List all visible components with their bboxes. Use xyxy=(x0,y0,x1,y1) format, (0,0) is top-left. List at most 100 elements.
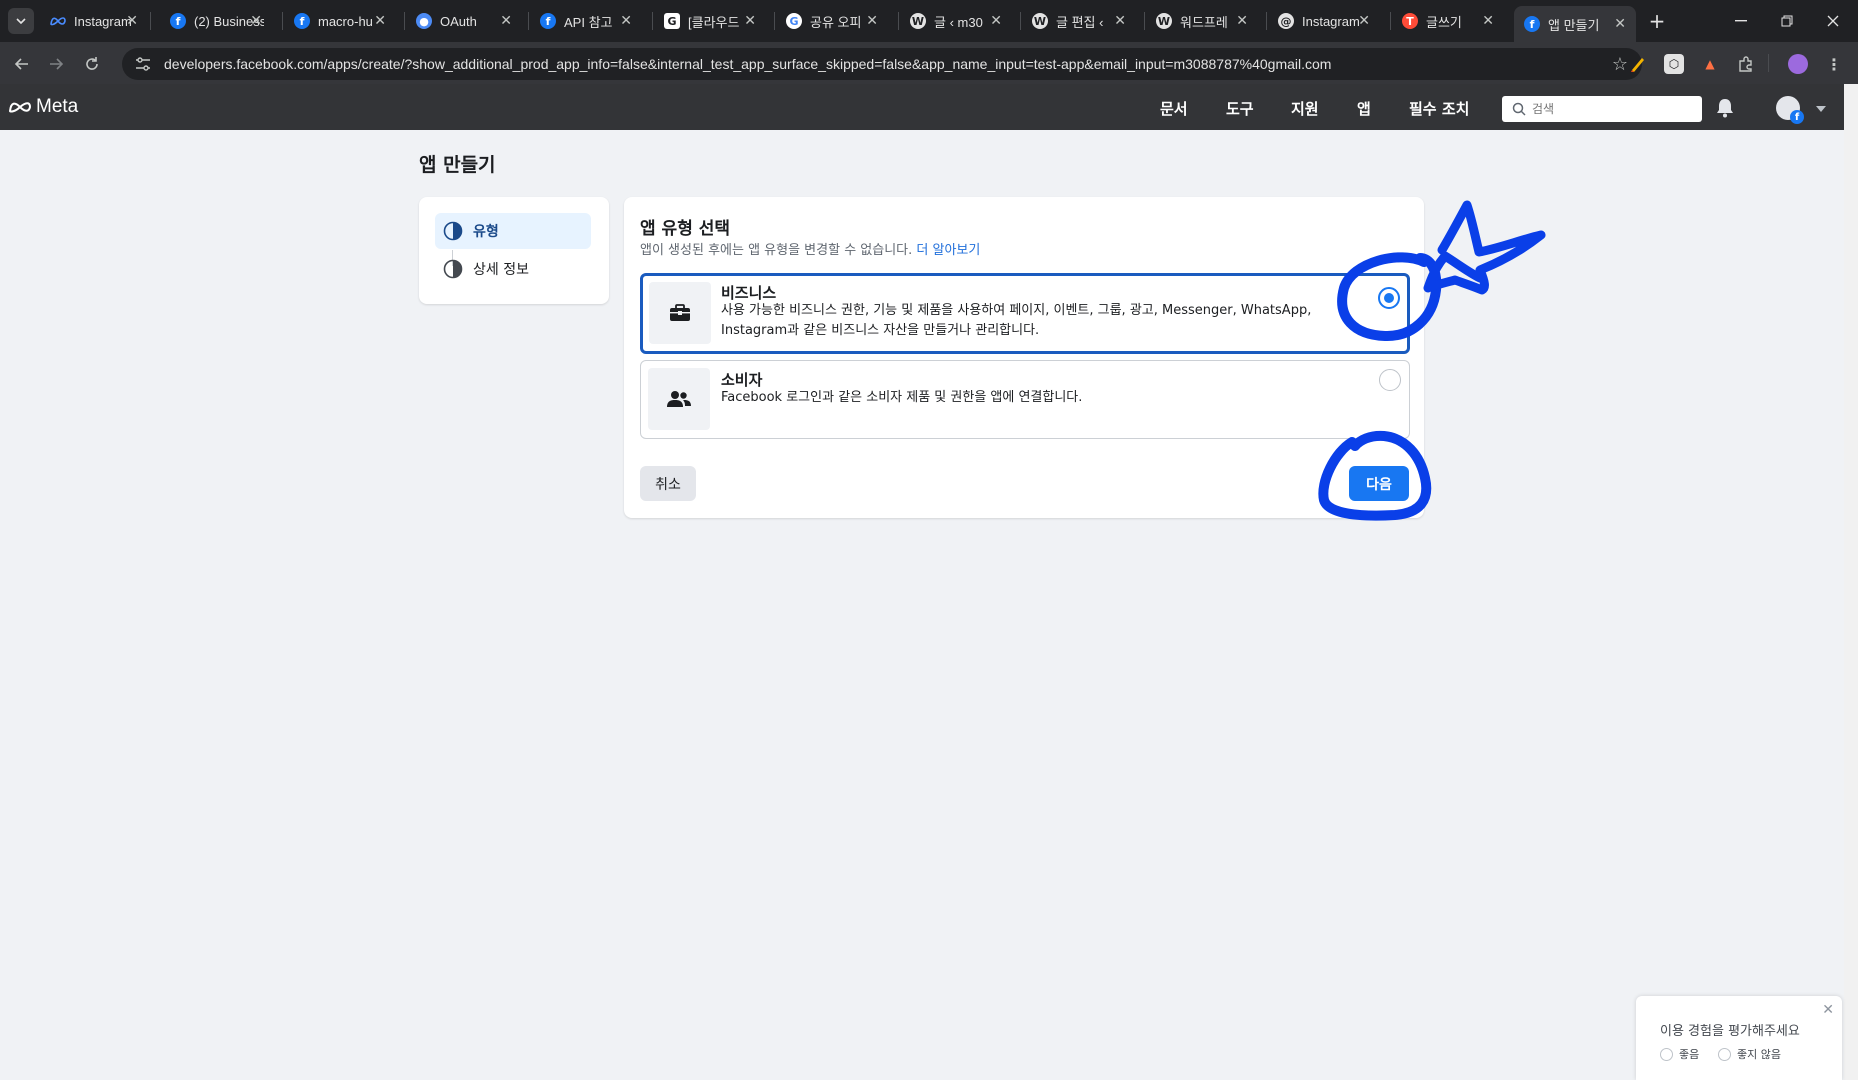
reload-icon xyxy=(86,57,98,70)
card-subtitle: 앱이 생성된 후에는 앱 유형을 변경할 수 없습니다. 더 알아보기 xyxy=(640,243,981,258)
restore-button[interactable] xyxy=(1764,8,1810,34)
annotation-star xyxy=(1423,200,1546,295)
close-tab-icon[interactable]: ✕ xyxy=(1482,13,1494,29)
close-icon xyxy=(1827,15,1839,27)
minimize-button[interactable] xyxy=(1718,8,1764,34)
close-tab-icon[interactable]: ✕ xyxy=(1114,13,1126,29)
facebook-icon: f xyxy=(294,13,310,29)
browser-tab[interactable]: Instagram ✕ xyxy=(40,6,148,36)
next-button[interactable]: 다음 xyxy=(1349,466,1409,501)
address-bar[interactable]: developers.facebook.com/apps/create/?sho… xyxy=(122,48,1642,80)
cancel-button[interactable]: 취소 xyxy=(640,466,696,501)
browser-tab[interactable]: T 글쓰기 ✕ xyxy=(1392,6,1504,36)
close-tab-icon[interactable]: ✕ xyxy=(126,13,138,29)
close-tab-icon[interactable]: ✕ xyxy=(1236,13,1248,29)
extension-pen-icon[interactable] xyxy=(1628,54,1648,74)
close-tab-icon[interactable]: ✕ xyxy=(374,13,386,29)
radio-consumer[interactable] xyxy=(1379,369,1401,391)
close-tab-icon[interactable]: ✕ xyxy=(1358,13,1370,29)
radio-bad[interactable] xyxy=(1718,1047,1731,1061)
extension-cube-icon[interactable]: ⬡ xyxy=(1664,54,1684,74)
browser-tab[interactable]: W 워드프레 ✕ xyxy=(1146,6,1258,36)
app-type-card: 앱 유형 선택 앱이 생성된 후에는 앱 유형을 변경할 수 없습니다. 더 알… xyxy=(624,197,1424,518)
arrow-right-icon xyxy=(50,58,64,70)
browser-tab[interactable]: f API 참고 ✕ xyxy=(530,6,642,36)
step-type[interactable]: 유형 xyxy=(435,213,591,249)
browser-tab[interactable]: @ Instagram ✕ xyxy=(1268,6,1380,36)
chat-icon: ● xyxy=(416,13,432,29)
feedback-question: 이용 경험을 평가해주세요 xyxy=(1660,1024,1800,1039)
forward-button[interactable] xyxy=(42,50,70,78)
browser-tab[interactable]: G [클라우드 ✕ xyxy=(654,6,766,36)
meta-header: Meta 문서 도구 지원 앱 필수 조치 f xyxy=(0,84,1844,130)
nav-support[interactable]: 지원 xyxy=(1291,98,1319,119)
people-icon xyxy=(648,368,710,430)
radio-good[interactable] xyxy=(1660,1047,1673,1061)
bookmark-star-icon[interactable]: ☆ xyxy=(1612,54,1628,75)
threads-icon: @ xyxy=(1278,13,1294,29)
header-search[interactable] xyxy=(1502,96,1702,122)
nav-apps[interactable]: 앱 xyxy=(1357,98,1371,119)
radio-business[interactable] xyxy=(1378,287,1400,309)
meta-infinity-icon xyxy=(8,102,32,113)
close-tab-icon[interactable]: ✕ xyxy=(866,13,878,29)
feedback-option-bad[interactable]: 좋지 않음 xyxy=(1718,1046,1781,1062)
browser-tab[interactable]: ● OAuth ✕ xyxy=(406,6,522,36)
google-icon: G xyxy=(786,13,802,29)
meta-icon xyxy=(50,13,66,29)
account-menu-caret-icon[interactable] xyxy=(1816,106,1826,112)
step-details[interactable]: 상세 정보 xyxy=(435,251,591,287)
profile-avatar-icon[interactable] xyxy=(1788,54,1808,74)
facebook-icon: f xyxy=(170,13,186,29)
browser-tab-active[interactable]: f 앱 만들기 ✕ xyxy=(1514,6,1636,42)
g-icon: G xyxy=(664,13,680,29)
close-tab-icon[interactable]: ✕ xyxy=(250,13,262,29)
close-tab-icon[interactable]: ✕ xyxy=(744,13,756,29)
close-icon[interactable]: ✕ xyxy=(1822,1002,1834,1018)
new-tab-button[interactable]: + xyxy=(1644,8,1670,34)
briefcase-icon xyxy=(649,282,711,344)
browser-tab[interactable]: f (2) Business ✕ xyxy=(160,6,272,36)
wordpress-icon: W xyxy=(1156,13,1172,29)
browser-toolbar: developers.facebook.com/apps/create/?sho… xyxy=(0,42,1858,84)
close-tab-icon[interactable]: ✕ xyxy=(990,13,1002,29)
nav-tools[interactable]: 도구 xyxy=(1226,98,1254,119)
url-text[interactable]: developers.facebook.com/apps/create/?sho… xyxy=(164,56,1564,72)
nav-docs[interactable]: 문서 xyxy=(1160,98,1188,119)
app-type-option-consumer[interactable]: 소비자 Facebook 로그인과 같은 소비자 제품 및 권한을 앱에 연결합… xyxy=(640,360,1410,439)
reload-button[interactable] xyxy=(78,50,106,78)
browser-tab[interactable]: W 글 편집 ‹ ✕ xyxy=(1022,6,1136,36)
facebook-badge-icon: f xyxy=(1790,110,1804,124)
browser-tab[interactable]: G 공유 오피 ✕ xyxy=(776,6,888,36)
meta-logo[interactable]: Meta xyxy=(8,96,78,118)
learn-more-link[interactable]: 더 알아보기 xyxy=(916,243,980,258)
close-tab-icon[interactable]: ✕ xyxy=(1614,16,1626,32)
t-icon: T xyxy=(1402,13,1418,29)
back-button[interactable] xyxy=(8,50,36,78)
nav-required-actions[interactable]: 필수 조치 xyxy=(1409,98,1469,119)
wordpress-icon: W xyxy=(910,13,926,29)
page-scrollbar[interactable] xyxy=(1844,84,1858,1080)
page-title: 앱 만들기 xyxy=(419,154,496,176)
account-avatar[interactable]: f xyxy=(1776,96,1804,124)
app-type-option-business[interactable]: 비즈니스 사용 가능한 비즈니스 권한, 기능 및 제품을 사용하여 페이지, … xyxy=(640,273,1410,354)
restore-icon xyxy=(1781,15,1793,27)
search-input[interactable] xyxy=(1532,102,1692,116)
close-tab-icon[interactable]: ✕ xyxy=(620,13,632,29)
tab-search-button[interactable] xyxy=(8,8,34,34)
feedback-option-good[interactable]: 좋음 xyxy=(1660,1046,1699,1062)
site-info-icon[interactable] xyxy=(134,55,152,73)
notifications-bell-icon[interactable] xyxy=(1716,98,1734,122)
half-circle-icon xyxy=(443,221,463,241)
feedback-widget: ✕ 이용 경험을 평가해주세요 좋음 좋지 않음 xyxy=(1636,996,1842,1080)
close-window-button[interactable] xyxy=(1810,8,1856,34)
facebook-icon: f xyxy=(1524,16,1540,32)
wordpress-icon: W xyxy=(1032,13,1048,29)
extension-fox-icon[interactable]: ▲ xyxy=(1700,54,1720,74)
browser-tab[interactable]: f macro-hu ✕ xyxy=(284,6,396,36)
close-tab-icon[interactable]: ✕ xyxy=(500,13,512,29)
browser-tab[interactable]: W 글 ‹ m30 ✕ xyxy=(900,6,1012,36)
extensions-puzzle-icon[interactable] xyxy=(1736,54,1756,74)
browser-menu-icon[interactable]: ⋮ xyxy=(1824,54,1844,74)
chevron-down-icon xyxy=(16,18,26,24)
